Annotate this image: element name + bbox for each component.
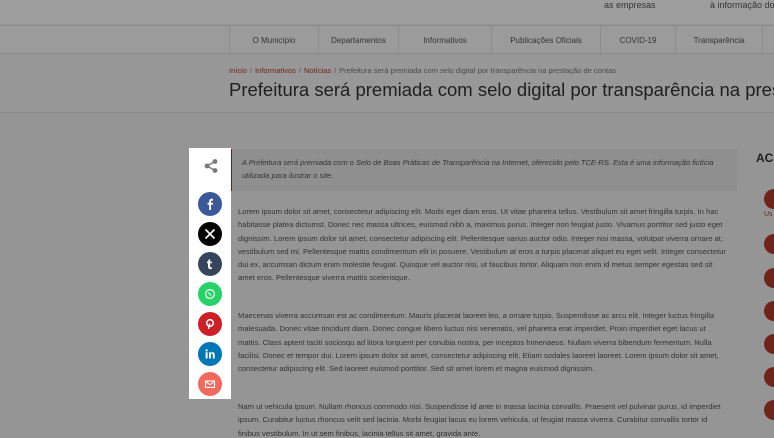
facebook-share-button[interactable]	[198, 192, 222, 216]
email-icon	[204, 380, 216, 388]
pinterest-share-button[interactable]	[198, 312, 222, 336]
pinterest-icon	[205, 318, 215, 330]
share-panel	[189, 148, 231, 399]
share-icon[interactable]	[203, 158, 219, 174]
linkedin-icon	[205, 349, 215, 359]
email-share-button[interactable]	[198, 372, 222, 396]
x-icon	[204, 228, 216, 240]
modal-overlay[interactable]	[0, 0, 774, 438]
facebook-icon	[207, 198, 213, 210]
whatsapp-icon	[204, 288, 216, 300]
tumblr-icon	[207, 259, 212, 270]
whatsapp-share-button[interactable]	[198, 282, 222, 306]
page: as empresas à informação do O Município …	[0, 0, 774, 438]
x-share-button[interactable]	[198, 222, 222, 246]
linkedin-share-button[interactable]	[198, 342, 222, 366]
tumblr-share-button[interactable]	[198, 252, 222, 276]
